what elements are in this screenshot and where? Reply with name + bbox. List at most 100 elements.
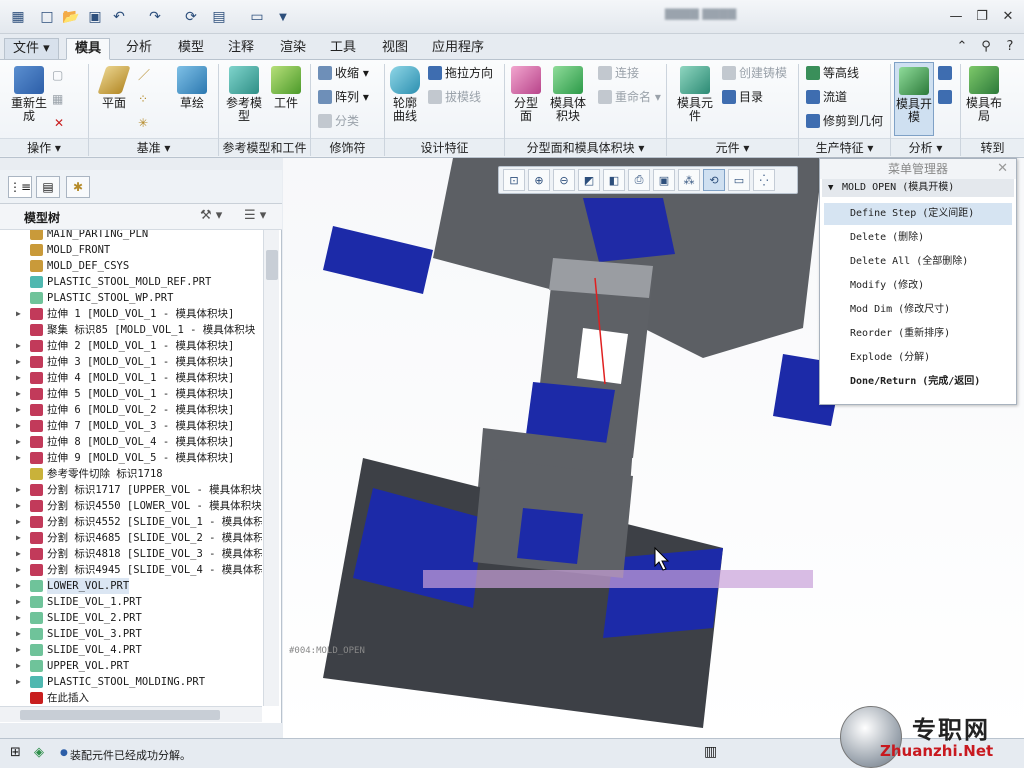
- folder-icon[interactable]: ▭: [246, 7, 268, 27]
- repaint-icon[interactable]: ◩: [578, 169, 600, 191]
- tab-model[interactable]: 模型: [170, 38, 212, 60]
- expand-arrow-icon[interactable]: ▶: [16, 434, 26, 450]
- tree-item[interactable]: ▶ SLIDE_VOL_1.PRT: [0, 594, 262, 610]
- save-icon[interactable]: ▣: [84, 7, 106, 27]
- csys-icon[interactable]: ✳: [138, 114, 148, 132]
- expand-arrow-icon[interactable]: ▶: [16, 338, 26, 354]
- tab-annotate[interactable]: 注释: [220, 38, 262, 60]
- draft-line-button[interactable]: 拔模线: [428, 88, 481, 106]
- status-model-icon[interactable]: ◈: [34, 745, 44, 760]
- tab-analysis[interactable]: 分析: [118, 38, 160, 60]
- menu-item[interactable]: Explode (分解): [824, 347, 1012, 369]
- draft-direction-button[interactable]: 拖拉方向: [428, 64, 493, 82]
- expand-arrow-icon[interactable]: ▶: [16, 306, 26, 322]
- menu-item[interactable]: Delete All (全部删除): [824, 251, 1012, 273]
- mold-open-button[interactable]: 模具开模: [894, 62, 934, 136]
- restore-button[interactable]: ❐: [970, 6, 994, 26]
- tree-item[interactable]: ▶ 拉伸 1 [MOLD_VOL_1 - 模具体积块]: [0, 306, 262, 322]
- rename-button[interactable]: 重命名 ▾: [598, 88, 661, 106]
- contour-button[interactable]: 等高线: [806, 64, 859, 82]
- analysis-tool-icon-2[interactable]: [938, 88, 955, 106]
- tree-item[interactable]: ▶ SLIDE_VOL_3.PRT: [0, 626, 262, 642]
- status-layout-icon[interactable]: ⊞: [10, 745, 21, 760]
- tree-item[interactable]: MOLD_FRONT: [0, 242, 262, 258]
- trim-geometry-button[interactable]: 修剪到几何: [806, 112, 883, 130]
- scrollbar-thumb[interactable]: [266, 250, 278, 280]
- view-manager-icon[interactable]: ▣: [653, 169, 675, 191]
- expand-arrow-icon[interactable]: ▶: [16, 418, 26, 434]
- tree-item[interactable]: ▶ 分割 标识4685 [SLIDE_VOL_2 - 模具体积: [0, 530, 262, 546]
- minimize-button[interactable]: —: [944, 6, 968, 26]
- expand-arrow-icon[interactable]: ▶: [16, 562, 26, 578]
- regenerate-icon[interactable]: ⟳: [180, 7, 202, 27]
- group-analysis[interactable]: 分析 ▾: [891, 138, 960, 156]
- tree-item[interactable]: ▶ 分割 标识1717 [UPPER_VOL - 模具体积块: [0, 482, 262, 498]
- tree-item[interactable]: MOLD_DEF_CSYS: [0, 258, 262, 274]
- tree-vertical-scrollbar[interactable]: [263, 230, 279, 706]
- expand-arrow-icon[interactable]: ▶: [16, 674, 26, 690]
- expand-arrow-icon[interactable]: ▶: [16, 498, 26, 514]
- expand-arrow-icon[interactable]: ▶: [16, 354, 26, 370]
- plane-button[interactable]: 平面: [96, 66, 132, 110]
- scrollbar-thumb[interactable]: [20, 710, 220, 720]
- tree-item[interactable]: 参考零件切除 标识1718: [0, 466, 262, 482]
- tree-item[interactable]: ▶ 拉伸 6 [MOLD_VOL_2 - 模具体积块]: [0, 402, 262, 418]
- tab-tools[interactable]: 工具: [322, 38, 364, 60]
- tab-view[interactable]: 视图: [374, 38, 416, 60]
- saved-views-icon[interactable]: ⎙: [628, 169, 650, 191]
- undo-icon[interactable]: ↶: [108, 7, 130, 27]
- tree-item[interactable]: ▶ 拉伸 8 [MOLD_VOL_4 - 模具体积块]: [0, 434, 262, 450]
- analysis-tool-icon[interactable]: [938, 64, 955, 82]
- silhouette-curve-button[interactable]: 轮廓曲线: [388, 66, 422, 123]
- connect-button[interactable]: 连接: [598, 64, 639, 82]
- flow-button[interactable]: 流道: [806, 88, 847, 106]
- expand-arrow-icon[interactable]: ▶: [16, 610, 26, 626]
- close-icon[interactable]: ✕: [997, 161, 1008, 176]
- tree-item[interactable]: ▶ 分割 标识4552 [SLIDE_VOL_1 - 模具体积: [0, 514, 262, 530]
- tree-item[interactable]: ▶ SLIDE_VOL_2.PRT: [0, 610, 262, 626]
- settings-tools-icon[interactable]: ⚒ ▾: [200, 208, 222, 223]
- tree-item[interactable]: ▶ SLIDE_VOL_4.PRT: [0, 642, 262, 658]
- tree-item[interactable]: PLASTIC_STOOL_WP.PRT: [0, 290, 262, 306]
- expand-arrow-icon[interactable]: ▶: [16, 530, 26, 546]
- copy-icon[interactable]: ▢: [52, 66, 63, 84]
- menu-manager-submenu[interactable]: ▼ MOLD OPEN (模具开模): [822, 179, 1014, 197]
- window-icon[interactable]: ▤: [208, 7, 230, 27]
- reference-model-button[interactable]: 参考模型: [222, 66, 266, 123]
- group-production[interactable]: 生产特征 ▾: [799, 138, 890, 156]
- expand-arrow-icon[interactable]: ▶: [16, 642, 26, 658]
- search-icon[interactable]: ⚲: [974, 36, 998, 56]
- catalog-button[interactable]: 目录: [722, 88, 763, 106]
- parting-surface-button[interactable]: 分型面: [510, 66, 542, 123]
- tab-render[interactable]: 渲染: [272, 38, 314, 60]
- mold-component-button[interactable]: 模具元件: [674, 66, 716, 123]
- expand-arrow-icon[interactable]: ▶: [16, 578, 26, 594]
- mold-layout-button[interactable]: 模具布局: [964, 66, 1004, 123]
- expand-arrow-icon[interactable]: ▶: [16, 386, 26, 402]
- tree-item[interactable]: ▶ LOWER_VOL.PRT: [0, 578, 262, 594]
- tree-horizontal-scrollbar[interactable]: [0, 706, 262, 722]
- zoom-in-icon[interactable]: ⊕: [528, 169, 550, 191]
- selection-filter-icon[interactable]: ▥: [704, 744, 717, 760]
- show-menu-icon[interactable]: ☰ ▾: [244, 208, 266, 223]
- tree-item[interactable]: ▶ PLASTIC_STOOL_MOLDING.PRT: [0, 674, 262, 690]
- new-file-icon[interactable]: □: [36, 7, 58, 27]
- create-casting-button[interactable]: 创建铸模: [722, 64, 787, 82]
- expand-arrow-icon[interactable]: ▶: [16, 514, 26, 530]
- close-button[interactable]: ✕: [996, 6, 1020, 26]
- help-icon[interactable]: ?: [998, 36, 1022, 56]
- model-tree-tab-icon[interactable]: ⋮≡: [8, 176, 32, 198]
- tree-item[interactable]: ▶ UPPER_VOL.PRT: [0, 658, 262, 674]
- tab-mold[interactable]: 模具: [66, 38, 111, 60]
- expand-arrow-icon[interactable]: ▶: [16, 594, 26, 610]
- annotation-display-icon[interactable]: ▭: [728, 169, 750, 191]
- menu-item[interactable]: Mod Dim (修改尺寸): [824, 299, 1012, 321]
- tree-item[interactable]: ▶ 拉伸 3 [MOLD_VOL_1 - 模具体积块]: [0, 354, 262, 370]
- menu-item[interactable]: Modify (修改): [824, 275, 1012, 297]
- expand-arrow-icon[interactable]: ▶: [16, 450, 26, 466]
- open-folder-icon[interactable]: 📂: [60, 7, 82, 27]
- tab-file[interactable]: 文件 ▾: [4, 38, 59, 60]
- favorites-tab-icon[interactable]: ✱: [66, 176, 90, 198]
- mold-volume-button[interactable]: 模具体积块: [546, 66, 590, 123]
- ribbon-minimize-icon[interactable]: ⌃: [950, 36, 974, 56]
